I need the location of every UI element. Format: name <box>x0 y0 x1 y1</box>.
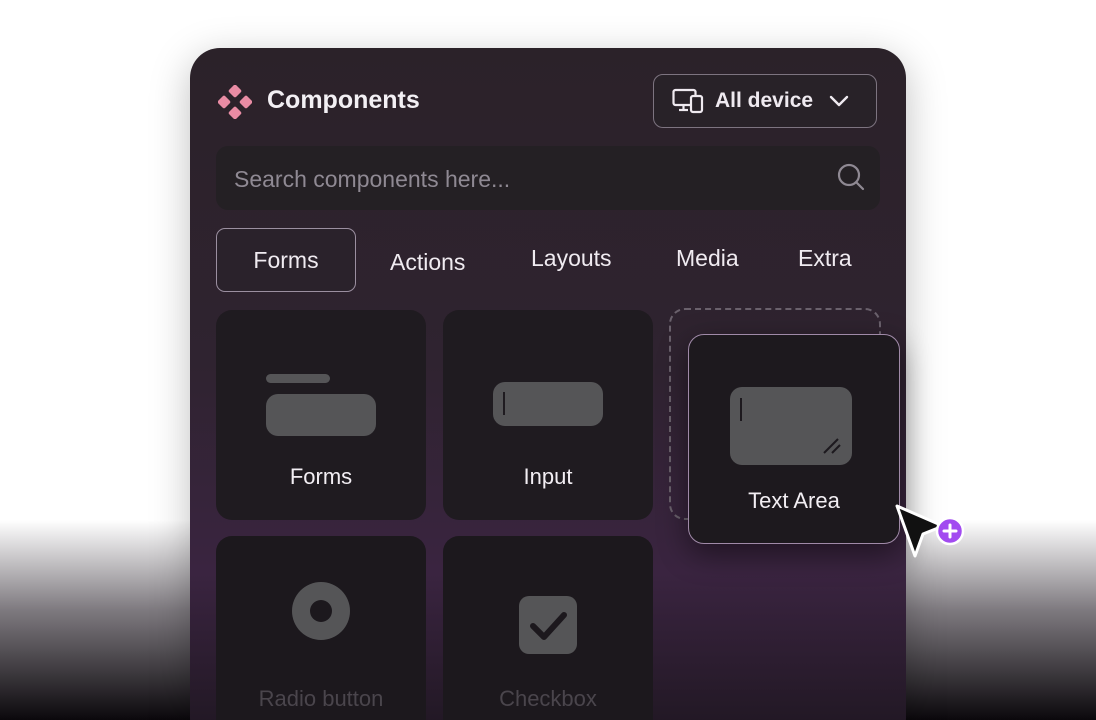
device-select[interactable]: All device <box>653 74 877 128</box>
components-panel: Components All device Forms Actions Layo… <box>190 48 906 720</box>
tab-media[interactable]: Media <box>676 245 739 272</box>
panel-title: Components <box>267 86 420 114</box>
radio-preview-icon <box>292 582 350 640</box>
component-card-input[interactable]: Input <box>443 310 653 520</box>
component-card-radio-button[interactable]: Radio button <box>216 536 426 720</box>
drag-cursor-icon <box>895 504 965 558</box>
search-bar <box>216 146 880 210</box>
chevron-down-icon <box>829 95 849 107</box>
device-select-label: All device <box>715 89 814 112</box>
search-input[interactable] <box>232 158 816 200</box>
input-preview-icon <box>493 382 603 426</box>
checkbox-preview-icon <box>519 596 577 654</box>
component-card-text-area[interactable]: Text Area <box>688 334 900 544</box>
component-card-forms[interactable]: Forms <box>216 310 426 520</box>
card-label: Input <box>523 464 573 489</box>
component-card-checkbox[interactable]: Checkbox <box>443 536 653 720</box>
tab-extra[interactable]: Extra <box>798 245 852 272</box>
search-icon[interactable] <box>836 162 866 192</box>
tab-layouts[interactable]: Layouts <box>531 245 612 272</box>
card-label: Checkbox <box>499 686 597 711</box>
tab-forms[interactable]: Forms <box>216 228 356 292</box>
card-label: Radio button <box>258 686 384 711</box>
components-logo-icon <box>218 85 252 119</box>
devices-icon <box>672 88 704 114</box>
form-preview-icon <box>266 374 376 436</box>
tab-label: Forms <box>253 246 319 273</box>
textarea-preview-icon <box>730 387 852 465</box>
card-label: Text Area <box>748 488 840 513</box>
tab-actions[interactable]: Actions <box>390 249 465 276</box>
card-label: Forms <box>289 464 353 489</box>
